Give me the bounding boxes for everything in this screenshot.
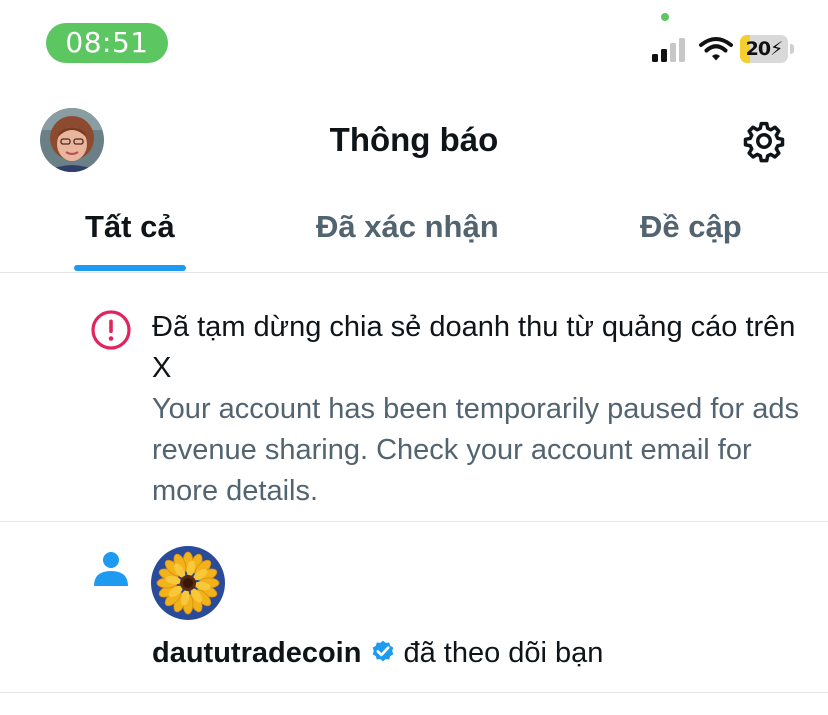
sunflower-avatar-image: [151, 546, 225, 620]
notification-tabs: Tất cả Đã xác nhận Đề cập: [0, 196, 828, 273]
tab-verified[interactable]: Đã xác nhận: [316, 206, 499, 248]
camera-indicator-icon: [661, 13, 669, 21]
battery-tip: [790, 44, 794, 54]
follow-action-text: đã theo dõi bạn: [403, 637, 604, 669]
avatar-image: [40, 108, 104, 172]
cellular-signal-icon: [652, 38, 685, 62]
follow-text: daututradecoin đã theo dõi bạn: [152, 633, 603, 673]
page-title: Thông báo: [329, 121, 499, 158]
notification-title: Đã tạm dừng chia sẻ doanh thu từ quảng c…: [152, 311, 796, 384]
profile-avatar[interactable]: [40, 108, 104, 172]
tab-all[interactable]: Tất cả: [85, 206, 175, 248]
battery-indicator: 20⚡: [740, 35, 794, 63]
verified-badge-icon: [373, 640, 394, 662]
alert-circle-icon: [91, 310, 131, 350]
battery-body: 20⚡: [740, 35, 788, 63]
notification-item-new-follower[interactable]: daututradecoin đã theo dõi bạn: [0, 522, 828, 693]
person-icon: [94, 552, 128, 586]
notification-content: Đã tạm dừng chia sẻ doanh thu từ quảng c…: [152, 307, 812, 512]
battery-percent: 20: [745, 38, 771, 60]
tab-mentions[interactable]: Đề cập: [640, 206, 742, 248]
active-tab-indicator: [74, 265, 186, 271]
gear-icon[interactable]: [742, 119, 786, 163]
notification-body: Your account has been temporarily paused…: [152, 393, 800, 507]
charging-bolt-icon: ⚡: [770, 38, 783, 60]
notification-item-ads-revenue-paused[interactable]: Đã tạm dừng chia sẻ doanh thu từ quảng c…: [0, 273, 828, 522]
follower-username[interactable]: daututradecoin: [152, 637, 361, 669]
follower-avatar[interactable]: [151, 546, 225, 620]
status-time: 08:51: [46, 23, 168, 63]
wifi-icon: [699, 37, 733, 61]
status-bar: 08:51 20⚡: [0, 0, 828, 80]
